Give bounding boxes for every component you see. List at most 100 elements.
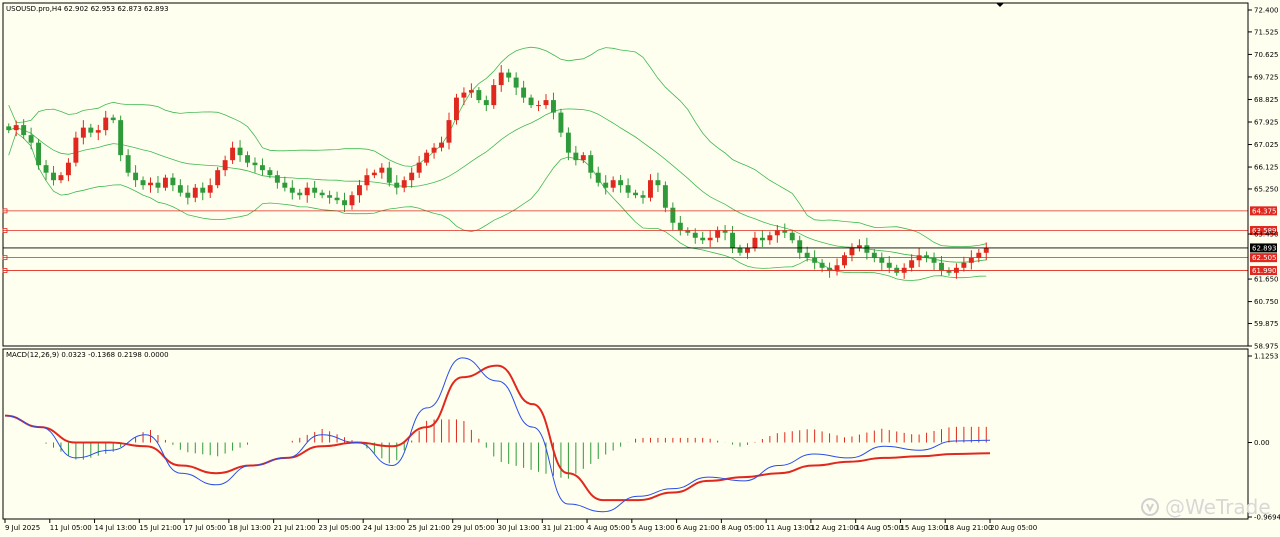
- candle-body: [215, 170, 221, 186]
- candle-body: [312, 187, 318, 193]
- price-tick-label: 63.450: [1254, 231, 1279, 239]
- time-tick-label: 18 Jul 13:00: [229, 524, 271, 532]
- candle-body: [700, 237, 706, 241]
- candle-body: [207, 185, 213, 193]
- candle-body: [797, 240, 803, 253]
- time-tick-label: 8 Aug 05:00: [721, 524, 764, 532]
- candle-body: [401, 180, 407, 188]
- candle-body: [983, 247, 989, 253]
- candle-body: [849, 247, 855, 256]
- candle-body: [595, 172, 601, 183]
- candle-body: [506, 72, 512, 78]
- candle-body: [603, 182, 609, 188]
- candle-body: [13, 125, 19, 131]
- chart-background: [0, 0, 1280, 537]
- level-price-label: 64.375: [1252, 207, 1277, 215]
- time-tick-label: 30 Jul 13:00: [498, 524, 540, 532]
- trading-chart[interactable]: 64.37563.58962.89362.50561.990 USOUSD.pr…: [0, 0, 1280, 537]
- candle-body: [789, 232, 795, 241]
- time-tick-label: 29 Jul 05:00: [453, 524, 495, 532]
- price-tick-label: 70.625: [1254, 51, 1279, 59]
- candle-body: [573, 152, 579, 161]
- price-tick-label: 65.250: [1254, 185, 1279, 193]
- candle-body: [155, 182, 161, 188]
- time-tick-label: 14 Aug 05:00: [856, 524, 903, 532]
- candle-body: [58, 175, 64, 181]
- candle-body: [453, 97, 459, 121]
- candle-body: [446, 120, 452, 143]
- time-tick-label: 18 Aug 21:00: [945, 524, 992, 532]
- candle-body: [707, 237, 713, 241]
- time-tick-label: 17 Jul 05:00: [184, 524, 226, 532]
- candle-body: [65, 162, 71, 176]
- time-tick-label: 21 Jul 21:00: [274, 524, 316, 532]
- candle-body: [513, 77, 519, 88]
- candle-body: [640, 195, 646, 198]
- candle-body: [968, 257, 974, 263]
- level-price-label: 62.505: [1252, 254, 1277, 262]
- price-tick-label: 66.125: [1254, 164, 1279, 172]
- candle-body: [655, 180, 661, 186]
- candle-body: [304, 187, 310, 196]
- candle-body: [580, 155, 586, 161]
- candle-body: [842, 255, 847, 266]
- candle-body: [110, 117, 116, 121]
- time-tick-label: 31 Jul 21:00: [542, 524, 584, 532]
- candle-body: [670, 207, 676, 223]
- candle-body: [827, 267, 833, 271]
- candle-body: [558, 112, 564, 133]
- time-tick-label: 4 Aug 05:00: [587, 524, 630, 532]
- candle-body: [491, 85, 497, 106]
- candle-body: [88, 127, 94, 133]
- candle-body: [931, 257, 937, 263]
- candle-body: [976, 252, 982, 258]
- candle-body: [588, 155, 594, 173]
- candle-body: [745, 247, 750, 253]
- time-tick-label: 11 Jul 05:00: [50, 524, 92, 532]
- candle-body: [170, 177, 176, 186]
- candle-body: [386, 167, 392, 183]
- price-tick-label: 67.025: [1254, 141, 1279, 149]
- candle-body: [543, 100, 549, 106]
- candle-body: [118, 120, 124, 156]
- time-tick-label: 6 Aug 21:00: [677, 524, 720, 532]
- candle-body: [737, 247, 743, 253]
- price-tick-label: 71.525: [1254, 28, 1279, 36]
- candle-body: [804, 252, 810, 258]
- price-tick-label: 69.725: [1254, 73, 1279, 81]
- macd-info-text: MACD(12,26,9) 0.0323 -0.1368 0.2198 0.00…: [6, 351, 169, 359]
- candle-body: [939, 262, 944, 271]
- candle-body: [6, 126, 12, 131]
- candle-body: [51, 172, 56, 181]
- candle-body: [610, 180, 616, 188]
- time-tick-label: 25 Jul 21:00: [408, 524, 450, 532]
- candle-body: [43, 165, 49, 173]
- candle-body: [162, 177, 168, 188]
- candle-body: [498, 72, 504, 86]
- time-tick-label: 24 Jul 13:00: [363, 524, 405, 532]
- candle-body: [282, 182, 288, 188]
- candle-body: [356, 185, 362, 196]
- candle-body: [871, 252, 877, 258]
- candle-body: [521, 87, 527, 98]
- candle-body: [677, 222, 683, 231]
- candle-body: [431, 147, 437, 153]
- price-tick-label: 68.825: [1254, 96, 1279, 104]
- candle-body: [625, 185, 631, 193]
- candle-body: [252, 162, 258, 166]
- candle-body: [245, 155, 250, 163]
- time-tick-label: 15 Aug 13:00: [900, 524, 947, 532]
- level-price-label: 62.893: [1252, 244, 1277, 252]
- candle-body: [767, 235, 773, 241]
- candle-body: [461, 92, 467, 98]
- candle-body: [319, 192, 325, 196]
- candle-body: [856, 245, 862, 248]
- candle-body: [177, 185, 183, 193]
- candle-body: [774, 230, 780, 236]
- candle-body: [342, 200, 347, 206]
- candle-body: [468, 90, 474, 93]
- candle-body: [483, 100, 489, 106]
- candle-body: [125, 155, 131, 173]
- macd-tick-label: 1.1253: [1254, 353, 1279, 361]
- candle-body: [200, 187, 206, 193]
